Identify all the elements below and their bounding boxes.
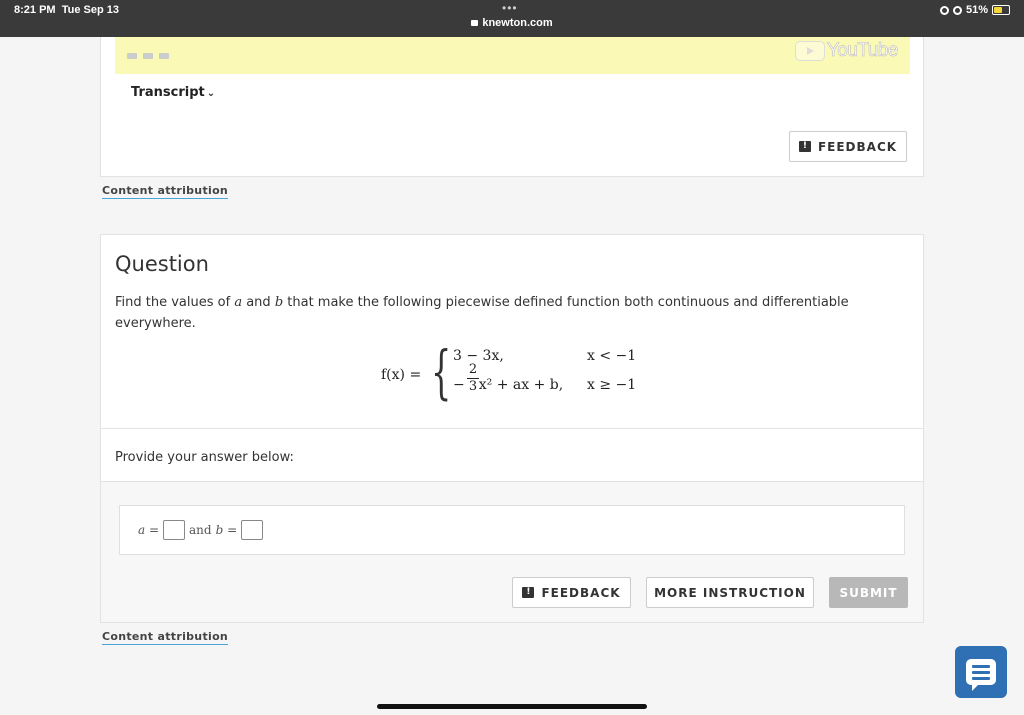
feedback-button[interactable]: ! FEEDBACK bbox=[512, 577, 631, 608]
answer-inputs: a = and b = bbox=[138, 520, 264, 540]
function-name: f(x) = bbox=[381, 367, 422, 383]
note-icon bbox=[143, 53, 153, 59]
url-text: knewton.com bbox=[482, 17, 553, 29]
chat-icon bbox=[966, 659, 996, 691]
battery-icon bbox=[992, 5, 1010, 15]
submit-button[interactable]: SUBMIT bbox=[829, 577, 908, 608]
feedback-icon: ! bbox=[522, 587, 535, 598]
status-bar: 8:21 PM Tue Sep 13 ••• knewton.com 51% bbox=[0, 0, 1024, 37]
video-tools bbox=[127, 53, 169, 59]
question-text: Find the values of a and b that make the… bbox=[115, 295, 849, 331]
pen-icon bbox=[127, 53, 137, 59]
case1-condition: x < −1 bbox=[587, 348, 637, 364]
feedback-label: FEEDBACK bbox=[817, 139, 898, 154]
feedback-label: FEEDBACK bbox=[541, 585, 621, 600]
question-title: Question bbox=[115, 252, 209, 276]
transcript-toggle[interactable]: Transcript ⌄ bbox=[131, 85, 215, 100]
status-time: 8:21 PM Tue Sep 13 bbox=[14, 4, 119, 16]
status-date: Tue Sep 13 bbox=[61, 4, 119, 16]
and-label: and bbox=[189, 523, 212, 537]
piecewise-function: f(x) = { 3 − 3x, x < −1 − x² + ax + b, 23… bbox=[381, 341, 681, 407]
share-icon bbox=[159, 53, 169, 59]
chevron-down-icon: ⌄ bbox=[206, 88, 216, 99]
feedback-button-top[interactable]: ! FEEDBACK bbox=[789, 131, 907, 162]
location-icon bbox=[952, 5, 962, 15]
more-instruction-label: MORE INSTRUCTION bbox=[654, 585, 806, 600]
a-label: a = bbox=[138, 523, 160, 537]
wifi-icon bbox=[939, 5, 949, 15]
answer-box: a = and b = bbox=[119, 505, 905, 555]
case2-condition: x ≥ −1 bbox=[587, 377, 637, 393]
status-icons: 51% bbox=[939, 4, 1010, 16]
lock-icon bbox=[471, 20, 479, 26]
address-bar[interactable]: knewton.com bbox=[0, 17, 1024, 29]
b-label: b = bbox=[215, 523, 238, 537]
tab-dots-icon[interactable]: ••• bbox=[502, 1, 518, 15]
brace: { bbox=[431, 338, 452, 406]
chat-button[interactable] bbox=[955, 646, 1007, 698]
feedback-icon: ! bbox=[798, 141, 811, 152]
provide-answer-label: Provide your answer below: bbox=[115, 450, 294, 465]
more-instruction-button[interactable]: MORE INSTRUCTION bbox=[646, 577, 814, 608]
fraction-two-thirds: 23 bbox=[467, 362, 479, 394]
video-card: YouTube Transcript ⌄ ! FEEDBACK bbox=[100, 37, 924, 177]
a-input[interactable] bbox=[163, 520, 186, 540]
play-icon bbox=[794, 41, 825, 61]
video-player[interactable]: YouTube bbox=[115, 37, 910, 74]
submit-label: SUBMIT bbox=[839, 585, 898, 600]
content-attribution-link-bottom[interactable]: Content attribution bbox=[102, 630, 229, 645]
b-input[interactable] bbox=[241, 520, 264, 540]
divider bbox=[101, 428, 923, 429]
youtube-logo[interactable]: YouTube bbox=[794, 40, 899, 62]
content-attribution-link-top[interactable]: Content attribution bbox=[102, 184, 229, 199]
battery-percent: 51% bbox=[965, 4, 988, 16]
question-card: Question Find the values of a and b that… bbox=[100, 234, 924, 623]
youtube-label: YouTube bbox=[826, 40, 899, 62]
home-indicator[interactable] bbox=[377, 704, 647, 709]
